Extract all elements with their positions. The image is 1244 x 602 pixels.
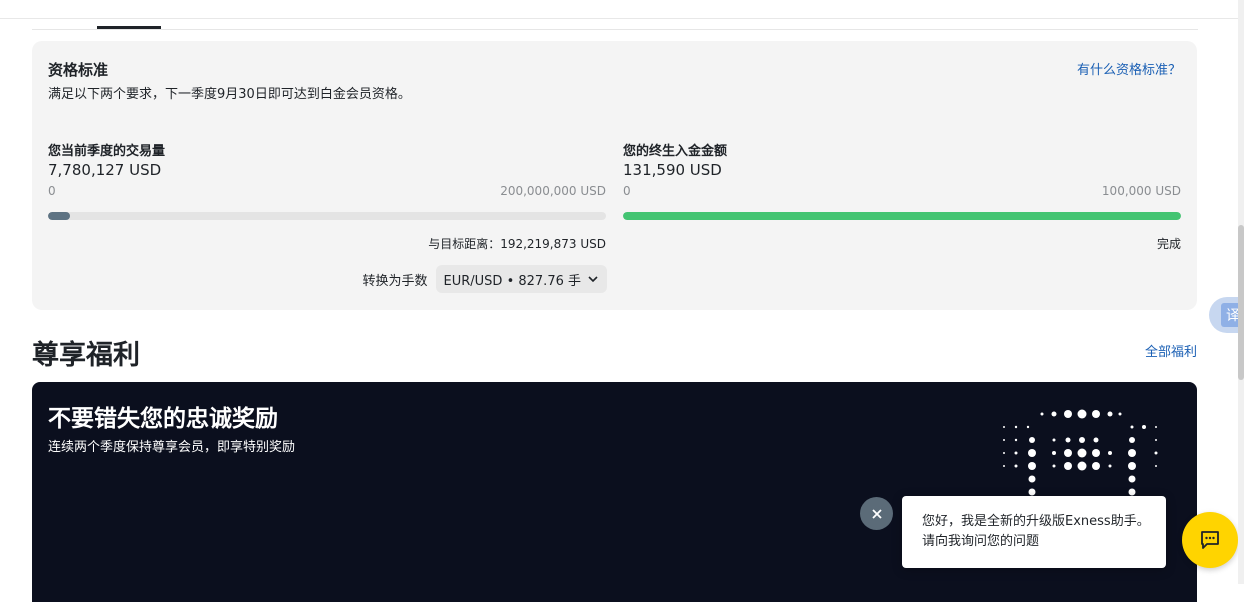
page-scrollbar[interactable] xyxy=(1238,0,1244,584)
qualification-card: 资格标准 满足以下两个要求，下一季度9月30日即可达到白金会员资格。 有什么资格… xyxy=(32,41,1197,310)
instrument-select-value: EUR/USD • 827.76 手 xyxy=(443,273,581,289)
volume-remaining-note: 与目标距离：192,219,873 USD xyxy=(428,237,606,251)
deposit-label: 您的终生入金金额 xyxy=(623,144,728,159)
volume-max: 200,000,000 USD xyxy=(500,184,606,198)
benefits-heading: 尊享福利 xyxy=(32,340,140,371)
chat-icon xyxy=(1201,531,1219,549)
tab-divider xyxy=(32,29,1198,30)
volume-label: 您当前季度的交易量 xyxy=(48,144,166,159)
loyalty-banner[interactable]: 不要错失您的忠诚奖励 连续两个季度保持尊享会员，即享特别奖励 xyxy=(32,382,1197,602)
volume-value: 7,780,127 USD xyxy=(48,161,162,179)
deposit-status-note: 完成 xyxy=(1156,237,1181,251)
active-tab-indicator xyxy=(97,26,161,29)
qualification-title: 资格标准 xyxy=(48,61,109,79)
all-benefits-link[interactable]: 全部福利 xyxy=(1145,341,1197,360)
chat-greeting-text: 您好，我是全新的升级版Exness助手。请向我询问您的问题 xyxy=(922,514,1150,549)
chat-greeting-popup[interactable]: 您好，我是全新的升级版Exness助手。请向我询问您的问题 xyxy=(902,496,1166,568)
deposit-max: 100,000 USD xyxy=(1101,184,1181,198)
deposit-progress-fill xyxy=(623,212,1181,220)
close-icon xyxy=(871,508,882,519)
deposit-progress-track xyxy=(623,212,1181,220)
volume-progress-track xyxy=(48,212,606,220)
close-chat-popup-button[interactable] xyxy=(860,497,893,530)
volume-progress-fill xyxy=(48,212,70,220)
deposit-min: 0 xyxy=(623,184,631,198)
top-bar xyxy=(0,0,1244,19)
chevron-down-icon xyxy=(588,276,598,283)
instrument-select[interactable]: EUR/USD • 827.76 手 xyxy=(435,265,607,293)
criteria-help-link[interactable]: 有什么资格标准？ xyxy=(1077,59,1181,78)
volume-min: 0 xyxy=(48,184,56,198)
qualification-subtitle: 满足以下两个要求，下一季度9月30日即可达到白金会员资格。 xyxy=(48,87,411,102)
chat-assistant-button[interactable] xyxy=(1182,512,1238,568)
banner-subtitle: 连续两个季度保持尊享会员，即享特别奖励 xyxy=(48,440,296,455)
deposit-value: 131,590 USD xyxy=(623,161,722,179)
banner-title: 不要错失您的忠诚奖励 xyxy=(48,406,278,432)
convert-label: 转换为手数 xyxy=(362,273,428,289)
lot-conversion: 转换为手数 EUR/USD • 827.76 手 xyxy=(362,265,607,293)
scrollbar-thumb[interactable] xyxy=(1238,225,1244,380)
